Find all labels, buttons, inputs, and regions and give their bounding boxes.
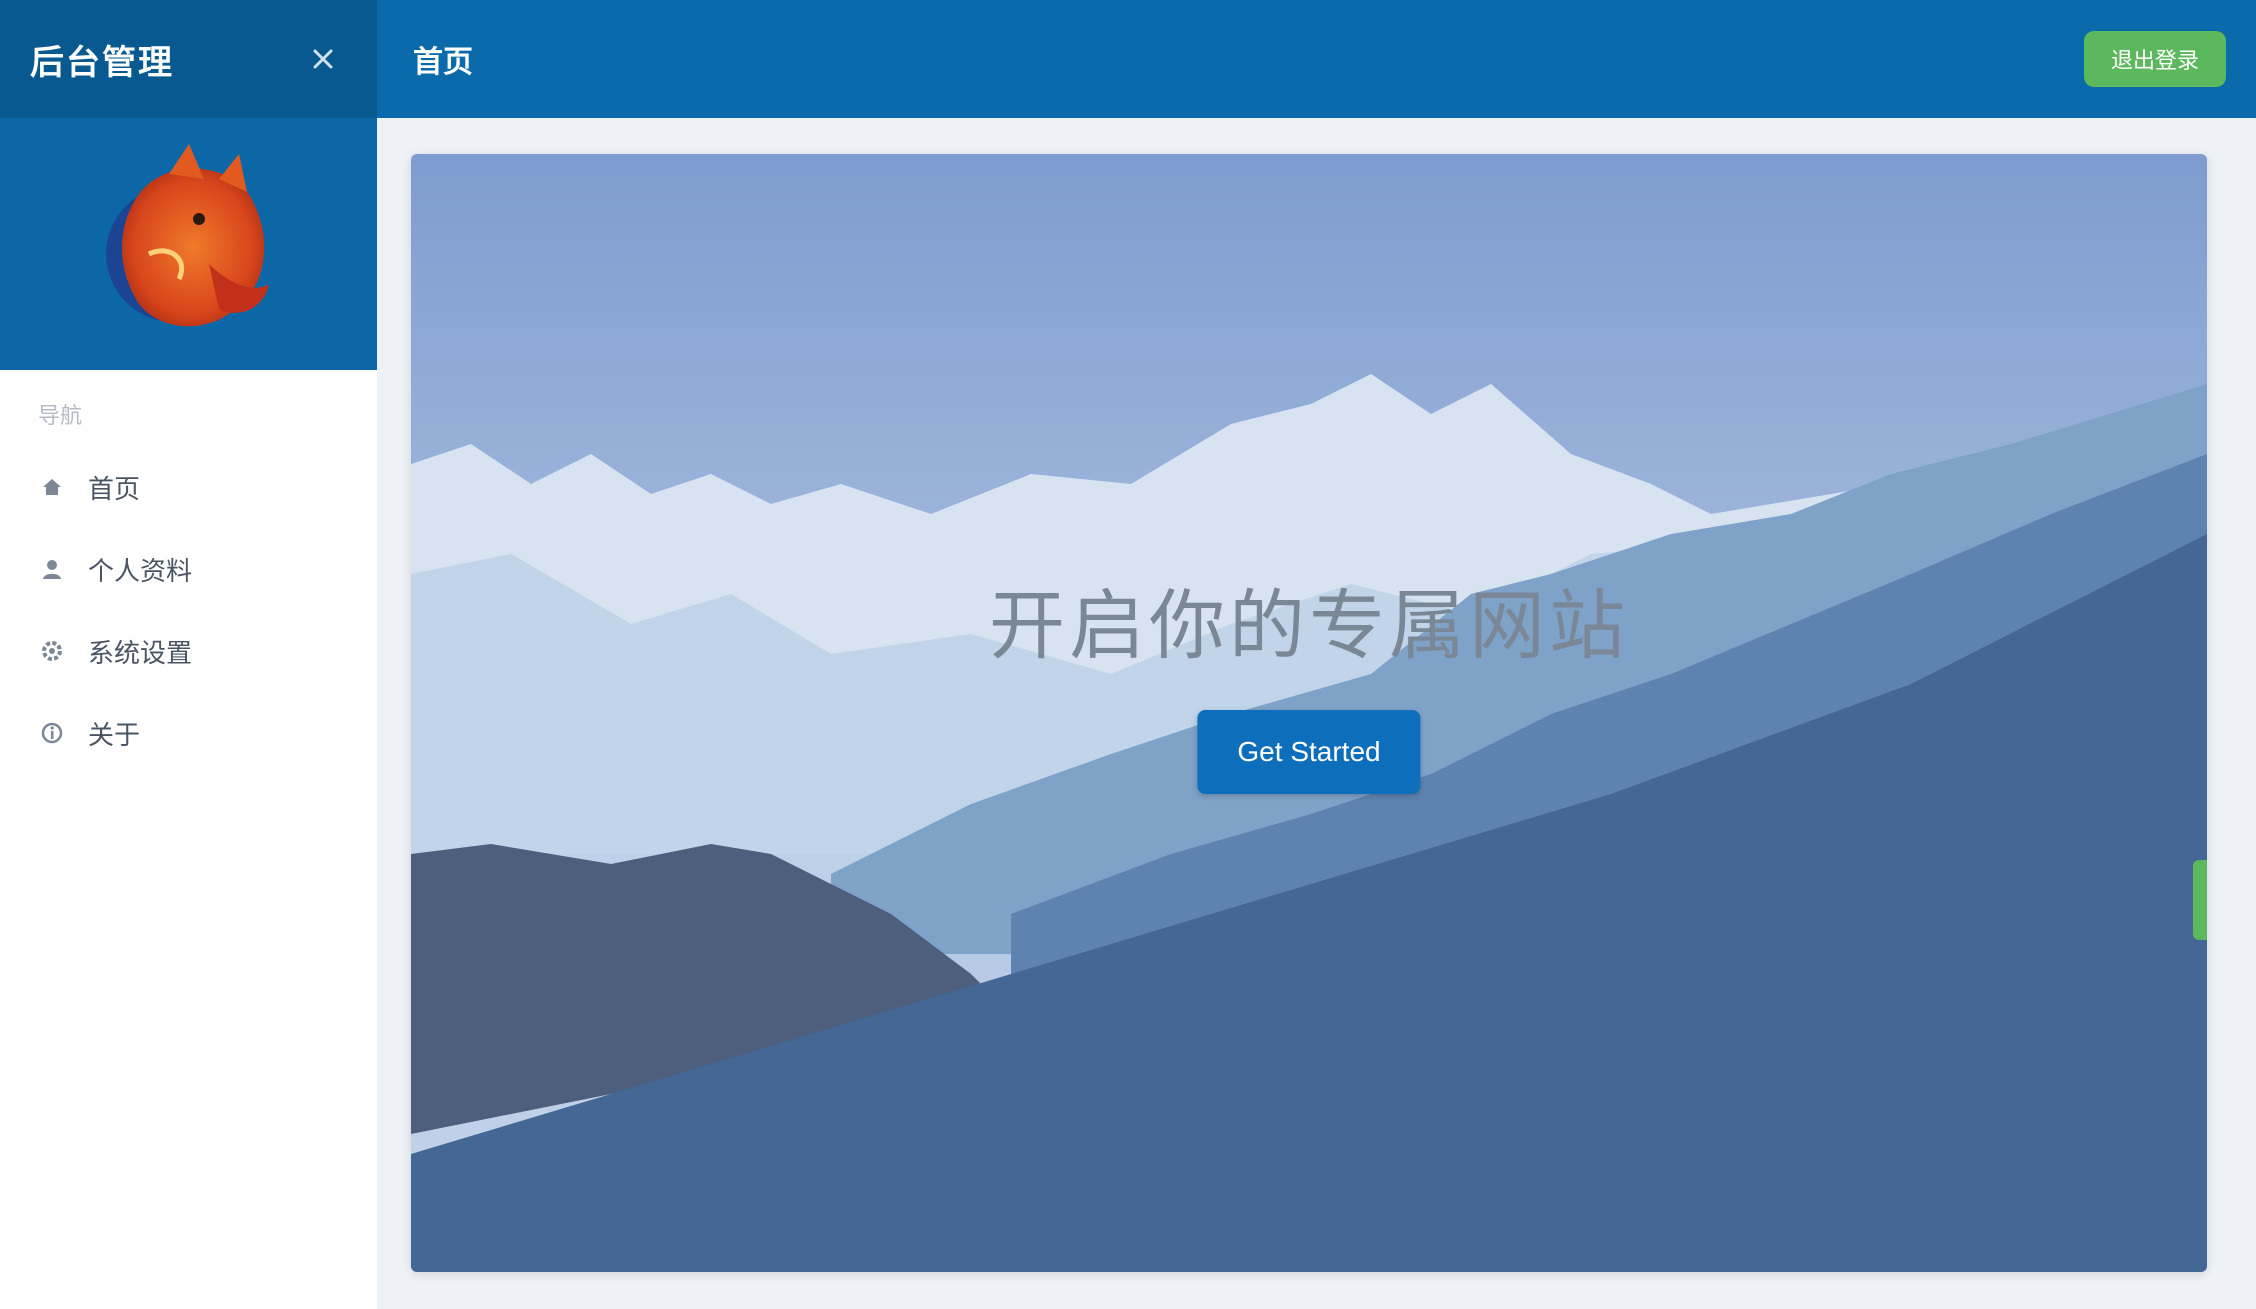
sidebar-item-label: 关于 xyxy=(88,719,141,750)
close-icon[interactable] xyxy=(303,39,343,79)
menu-group-label: 导航 xyxy=(38,403,83,428)
sidebar-header: 后台管理 xyxy=(0,0,377,118)
sidebar-item-label: 系统设置 xyxy=(88,637,193,668)
page-title: 首页 xyxy=(413,46,473,79)
avatar[interactable] xyxy=(79,134,299,354)
hero-banner: 开启你的专属网站 Get Started xyxy=(411,154,2207,1272)
top-bar: 首页 退出登录 xyxy=(377,0,2256,118)
brand-title: 后台管理 xyxy=(30,43,174,82)
info-icon xyxy=(38,719,66,747)
sidebar-item-label: 个人资料 xyxy=(88,555,193,586)
hero-title: 开启你的专属网站 xyxy=(989,581,1629,670)
sidebar: 后台管理 导航 首页 个人资料 系统设置 关于 xyxy=(0,0,377,1309)
main-content: 开启你的专属网站 Get Started xyxy=(377,118,2256,1309)
user-icon xyxy=(38,555,66,583)
side-drawer-handle[interactable] xyxy=(2193,860,2207,940)
sidebar-item-settings[interactable]: 系统设置 xyxy=(0,610,377,692)
avatar-panel xyxy=(0,118,377,370)
sidebar-item-about[interactable]: 关于 xyxy=(0,692,377,774)
get-started-button[interactable]: Get Started xyxy=(1197,710,1421,794)
home-icon xyxy=(38,473,66,501)
sidebar-item-label: 首页 xyxy=(88,473,141,504)
sidebar-menu: 首页 个人资料 系统设置 关于 xyxy=(0,446,377,774)
sidebar-item-home[interactable]: 首页 xyxy=(0,446,377,528)
logout-button[interactable]: 退出登录 xyxy=(2084,31,2226,87)
app-window: 后台管理 导航 首页 个人资料 系统设置 关于 首页 退出登录 开启你的专属网站… xyxy=(0,0,2256,1309)
sidebar-item-profile[interactable]: 个人资料 xyxy=(0,528,377,610)
settings-icon xyxy=(38,637,66,665)
